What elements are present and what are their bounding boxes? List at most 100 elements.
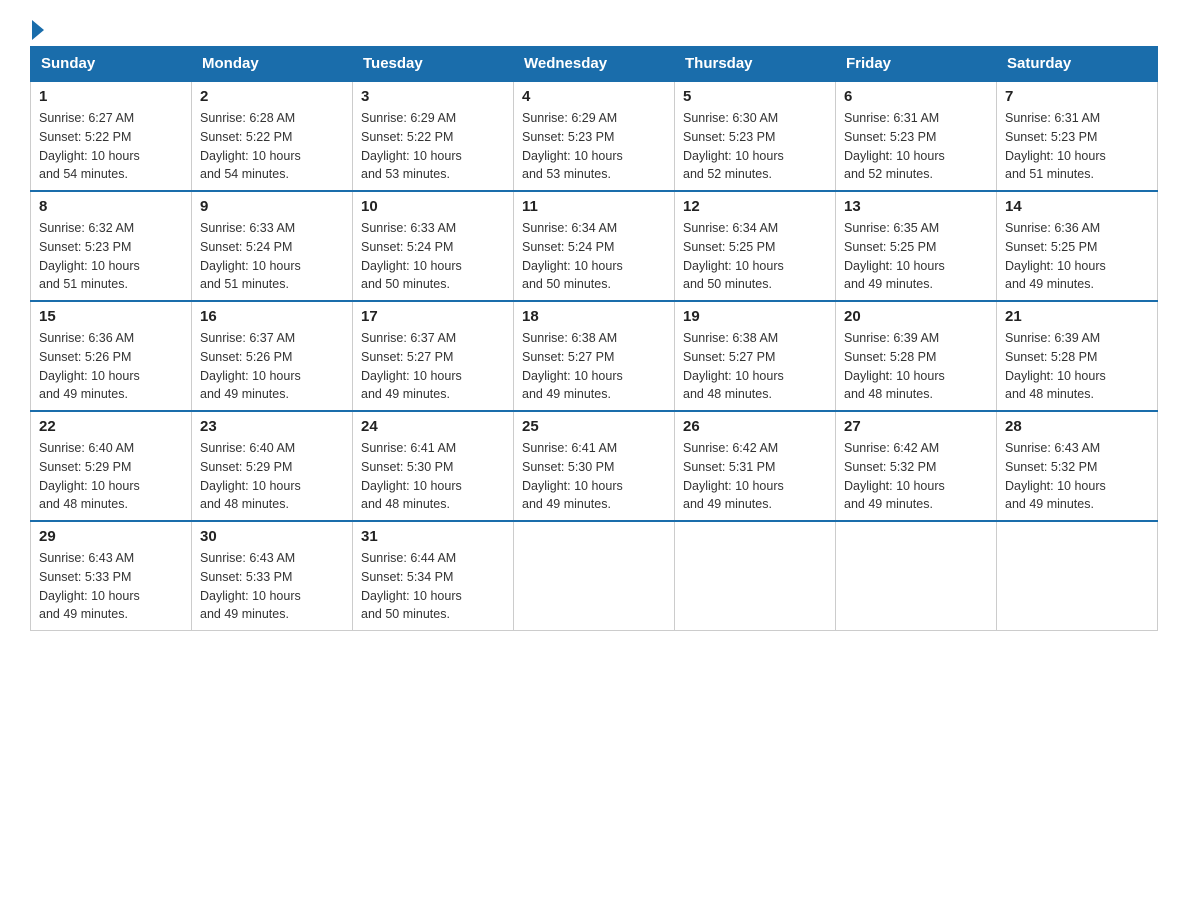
- calendar-cell: 7 Sunrise: 6:31 AMSunset: 5:23 PMDayligh…: [997, 81, 1158, 191]
- day-info: Sunrise: 6:35 AMSunset: 5:25 PMDaylight:…: [844, 219, 988, 294]
- day-info: Sunrise: 6:34 AMSunset: 5:25 PMDaylight:…: [683, 219, 827, 294]
- calendar-cell: 18 Sunrise: 6:38 AMSunset: 5:27 PMDaylig…: [514, 301, 675, 411]
- day-info: Sunrise: 6:44 AMSunset: 5:34 PMDaylight:…: [361, 549, 505, 624]
- calendar-cell: 11 Sunrise: 6:34 AMSunset: 5:24 PMDaylig…: [514, 191, 675, 301]
- calendar-cell: 17 Sunrise: 6:37 AMSunset: 5:27 PMDaylig…: [353, 301, 514, 411]
- day-info: Sunrise: 6:33 AMSunset: 5:24 PMDaylight:…: [200, 219, 344, 294]
- day-info: Sunrise: 6:27 AMSunset: 5:22 PMDaylight:…: [39, 109, 183, 184]
- calendar-cell: 22 Sunrise: 6:40 AMSunset: 5:29 PMDaylig…: [31, 411, 192, 521]
- day-number: 28: [1005, 418, 1149, 435]
- day-info: Sunrise: 6:36 AMSunset: 5:26 PMDaylight:…: [39, 329, 183, 404]
- calendar-cell: 19 Sunrise: 6:38 AMSunset: 5:27 PMDaylig…: [675, 301, 836, 411]
- calendar-cell: 21 Sunrise: 6:39 AMSunset: 5:28 PMDaylig…: [997, 301, 1158, 411]
- day-number: 1: [39, 88, 183, 105]
- day-number: 16: [200, 308, 344, 325]
- calendar-cell: 29 Sunrise: 6:43 AMSunset: 5:33 PMDaylig…: [31, 521, 192, 631]
- day-info: Sunrise: 6:42 AMSunset: 5:31 PMDaylight:…: [683, 439, 827, 514]
- day-info: Sunrise: 6:41 AMSunset: 5:30 PMDaylight:…: [522, 439, 666, 514]
- header: [30, 20, 1158, 36]
- day-number: 23: [200, 418, 344, 435]
- day-number: 22: [39, 418, 183, 435]
- day-info: Sunrise: 6:34 AMSunset: 5:24 PMDaylight:…: [522, 219, 666, 294]
- day-number: 2: [200, 88, 344, 105]
- day-number: 12: [683, 198, 827, 215]
- header-tuesday: Tuesday: [353, 47, 514, 82]
- day-info: Sunrise: 6:37 AMSunset: 5:27 PMDaylight:…: [361, 329, 505, 404]
- calendar-cell: 16 Sunrise: 6:37 AMSunset: 5:26 PMDaylig…: [192, 301, 353, 411]
- calendar-cell: 28 Sunrise: 6:43 AMSunset: 5:32 PMDaylig…: [997, 411, 1158, 521]
- day-info: Sunrise: 6:41 AMSunset: 5:30 PMDaylight:…: [361, 439, 505, 514]
- day-number: 21: [1005, 308, 1149, 325]
- calendar-cell: 1 Sunrise: 6:27 AMSunset: 5:22 PMDayligh…: [31, 81, 192, 191]
- day-info: Sunrise: 6:31 AMSunset: 5:23 PMDaylight:…: [1005, 109, 1149, 184]
- calendar-cell: 15 Sunrise: 6:36 AMSunset: 5:26 PMDaylig…: [31, 301, 192, 411]
- day-number: 20: [844, 308, 988, 325]
- day-number: 15: [39, 308, 183, 325]
- logo-arrow-icon: [32, 20, 44, 40]
- calendar-week-row: 8 Sunrise: 6:32 AMSunset: 5:23 PMDayligh…: [31, 191, 1158, 301]
- day-number: 9: [200, 198, 344, 215]
- calendar-cell: 31 Sunrise: 6:44 AMSunset: 5:34 PMDaylig…: [353, 521, 514, 631]
- calendar-cell: 6 Sunrise: 6:31 AMSunset: 5:23 PMDayligh…: [836, 81, 997, 191]
- day-number: 5: [683, 88, 827, 105]
- day-info: Sunrise: 6:39 AMSunset: 5:28 PMDaylight:…: [844, 329, 988, 404]
- day-number: 11: [522, 198, 666, 215]
- calendar-week-row: 29 Sunrise: 6:43 AMSunset: 5:33 PMDaylig…: [31, 521, 1158, 631]
- calendar-week-row: 1 Sunrise: 6:27 AMSunset: 5:22 PMDayligh…: [31, 81, 1158, 191]
- calendar-cell: [514, 521, 675, 631]
- day-number: 31: [361, 528, 505, 545]
- calendar-cell: 14 Sunrise: 6:36 AMSunset: 5:25 PMDaylig…: [997, 191, 1158, 301]
- calendar-cell: 13 Sunrise: 6:35 AMSunset: 5:25 PMDaylig…: [836, 191, 997, 301]
- calendar-cell: 2 Sunrise: 6:28 AMSunset: 5:22 PMDayligh…: [192, 81, 353, 191]
- day-info: Sunrise: 6:40 AMSunset: 5:29 PMDaylight:…: [39, 439, 183, 514]
- calendar-cell: 24 Sunrise: 6:41 AMSunset: 5:30 PMDaylig…: [353, 411, 514, 521]
- header-saturday: Saturday: [997, 47, 1158, 82]
- day-info: Sunrise: 6:38 AMSunset: 5:27 PMDaylight:…: [683, 329, 827, 404]
- day-info: Sunrise: 6:36 AMSunset: 5:25 PMDaylight:…: [1005, 219, 1149, 294]
- day-number: 17: [361, 308, 505, 325]
- day-number: 7: [1005, 88, 1149, 105]
- day-number: 13: [844, 198, 988, 215]
- calendar-cell: 8 Sunrise: 6:32 AMSunset: 5:23 PMDayligh…: [31, 191, 192, 301]
- day-number: 25: [522, 418, 666, 435]
- calendar-cell: 20 Sunrise: 6:39 AMSunset: 5:28 PMDaylig…: [836, 301, 997, 411]
- day-number: 6: [844, 88, 988, 105]
- calendar-week-row: 22 Sunrise: 6:40 AMSunset: 5:29 PMDaylig…: [31, 411, 1158, 521]
- day-info: Sunrise: 6:29 AMSunset: 5:23 PMDaylight:…: [522, 109, 666, 184]
- calendar-cell: 5 Sunrise: 6:30 AMSunset: 5:23 PMDayligh…: [675, 81, 836, 191]
- calendar-cell: [836, 521, 997, 631]
- header-friday: Friday: [836, 47, 997, 82]
- day-number: 27: [844, 418, 988, 435]
- calendar-cell: 25 Sunrise: 6:41 AMSunset: 5:30 PMDaylig…: [514, 411, 675, 521]
- day-info: Sunrise: 6:42 AMSunset: 5:32 PMDaylight:…: [844, 439, 988, 514]
- logo-area: [30, 20, 44, 36]
- logo: [30, 20, 44, 40]
- day-number: 8: [39, 198, 183, 215]
- day-number: 24: [361, 418, 505, 435]
- calendar-cell: [675, 521, 836, 631]
- calendar-cell: 10 Sunrise: 6:33 AMSunset: 5:24 PMDaylig…: [353, 191, 514, 301]
- calendar-cell: 26 Sunrise: 6:42 AMSunset: 5:31 PMDaylig…: [675, 411, 836, 521]
- calendar-cell: [997, 521, 1158, 631]
- day-info: Sunrise: 6:43 AMSunset: 5:33 PMDaylight:…: [200, 549, 344, 624]
- calendar-table: Sunday Monday Tuesday Wednesday Thursday…: [30, 46, 1158, 631]
- day-info: Sunrise: 6:37 AMSunset: 5:26 PMDaylight:…: [200, 329, 344, 404]
- calendar-cell: 12 Sunrise: 6:34 AMSunset: 5:25 PMDaylig…: [675, 191, 836, 301]
- day-number: 3: [361, 88, 505, 105]
- day-info: Sunrise: 6:39 AMSunset: 5:28 PMDaylight:…: [1005, 329, 1149, 404]
- day-number: 10: [361, 198, 505, 215]
- calendar-cell: 4 Sunrise: 6:29 AMSunset: 5:23 PMDayligh…: [514, 81, 675, 191]
- day-info: Sunrise: 6:43 AMSunset: 5:32 PMDaylight:…: [1005, 439, 1149, 514]
- day-info: Sunrise: 6:38 AMSunset: 5:27 PMDaylight:…: [522, 329, 666, 404]
- day-number: 29: [39, 528, 183, 545]
- day-info: Sunrise: 6:29 AMSunset: 5:22 PMDaylight:…: [361, 109, 505, 184]
- day-info: Sunrise: 6:30 AMSunset: 5:23 PMDaylight:…: [683, 109, 827, 184]
- header-wednesday: Wednesday: [514, 47, 675, 82]
- calendar-cell: 23 Sunrise: 6:40 AMSunset: 5:29 PMDaylig…: [192, 411, 353, 521]
- day-number: 30: [200, 528, 344, 545]
- calendar-week-row: 15 Sunrise: 6:36 AMSunset: 5:26 PMDaylig…: [31, 301, 1158, 411]
- calendar-cell: 27 Sunrise: 6:42 AMSunset: 5:32 PMDaylig…: [836, 411, 997, 521]
- day-number: 19: [683, 308, 827, 325]
- day-info: Sunrise: 6:31 AMSunset: 5:23 PMDaylight:…: [844, 109, 988, 184]
- day-number: 14: [1005, 198, 1149, 215]
